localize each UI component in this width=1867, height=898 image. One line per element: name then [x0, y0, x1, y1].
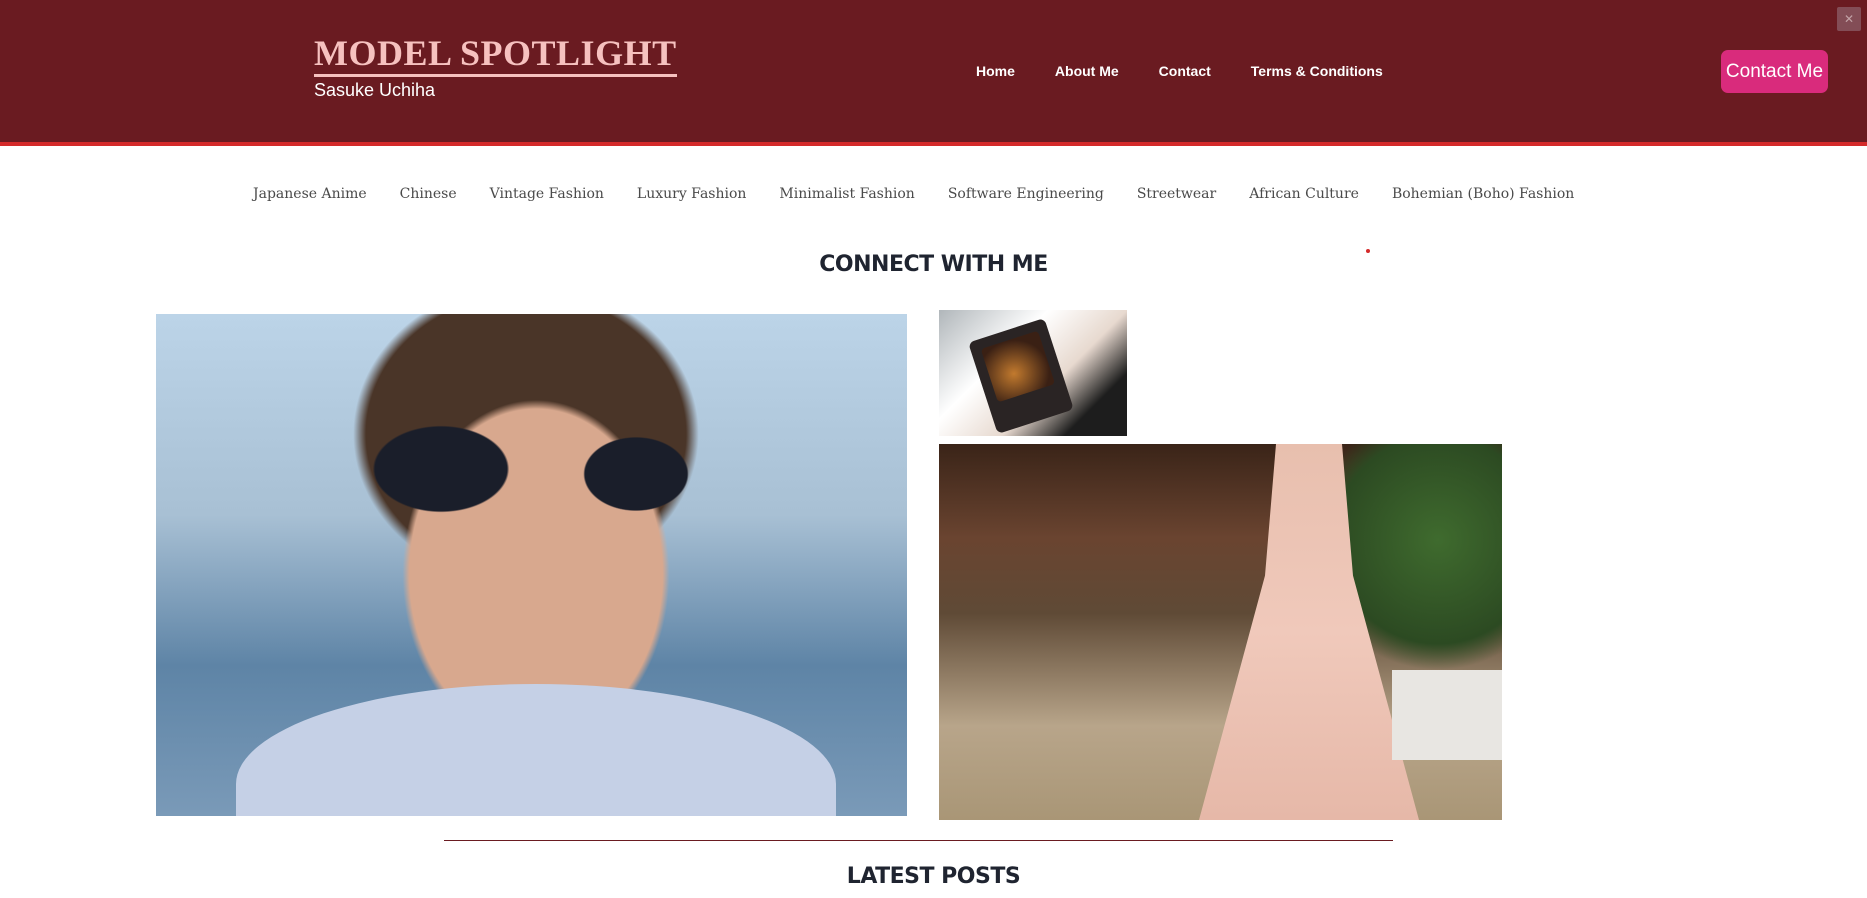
category-bohemian-fashion[interactable]: Bohemian (Boho) Fashion [1392, 186, 1574, 202]
category-chinese[interactable]: Chinese [400, 186, 457, 202]
main-nav: Home About Me Contact Terms & Conditions [976, 63, 1423, 79]
category-vintage-fashion[interactable]: Vintage Fashion [490, 186, 604, 202]
category-african-culture[interactable]: African Culture [1249, 186, 1359, 202]
model-mirror-photo[interactable] [939, 310, 1127, 436]
contact-me-button[interactable]: Contact Me [1721, 50, 1828, 93]
photo-detail [968, 317, 1074, 435]
puzzle-icon[interactable]: ✕ [1837, 7, 1861, 31]
photo-detail [1392, 670, 1502, 760]
site-header: MODEL SPOTLIGHT Sasuke Uchiha Home About… [0, 0, 1867, 146]
model-dress-photo[interactable] [939, 444, 1502, 820]
category-nav: Japanese Anime Chinese Vintage Fashion L… [253, 186, 1607, 202]
model-sunglasses-photo[interactable] [156, 314, 907, 816]
photo-detail [236, 684, 836, 816]
nav-contact[interactable]: Contact [1159, 63, 1211, 79]
category-japanese-anime[interactable]: Japanese Anime [253, 186, 367, 202]
site-subtitle: Sasuke Uchiha [314, 80, 436, 100]
category-streetwear[interactable]: Streetwear [1137, 186, 1216, 202]
connect-title: CONNECT WITH ME [819, 252, 1048, 277]
section-divider [444, 840, 1393, 841]
latest-posts-title: LATEST POSTS [846, 864, 1021, 889]
category-software-engineering[interactable]: Software Engineering [948, 186, 1104, 202]
nav-terms[interactable]: Terms & Conditions [1251, 63, 1383, 79]
nav-home[interactable]: Home [976, 63, 1015, 79]
category-luxury-fashion[interactable]: Luxury Fashion [637, 186, 747, 202]
site-title[interactable]: MODEL SPOTLIGHT [314, 34, 677, 77]
category-minimalist-fashion[interactable]: Minimalist Fashion [779, 186, 914, 202]
nav-about-me[interactable]: About Me [1055, 63, 1119, 79]
